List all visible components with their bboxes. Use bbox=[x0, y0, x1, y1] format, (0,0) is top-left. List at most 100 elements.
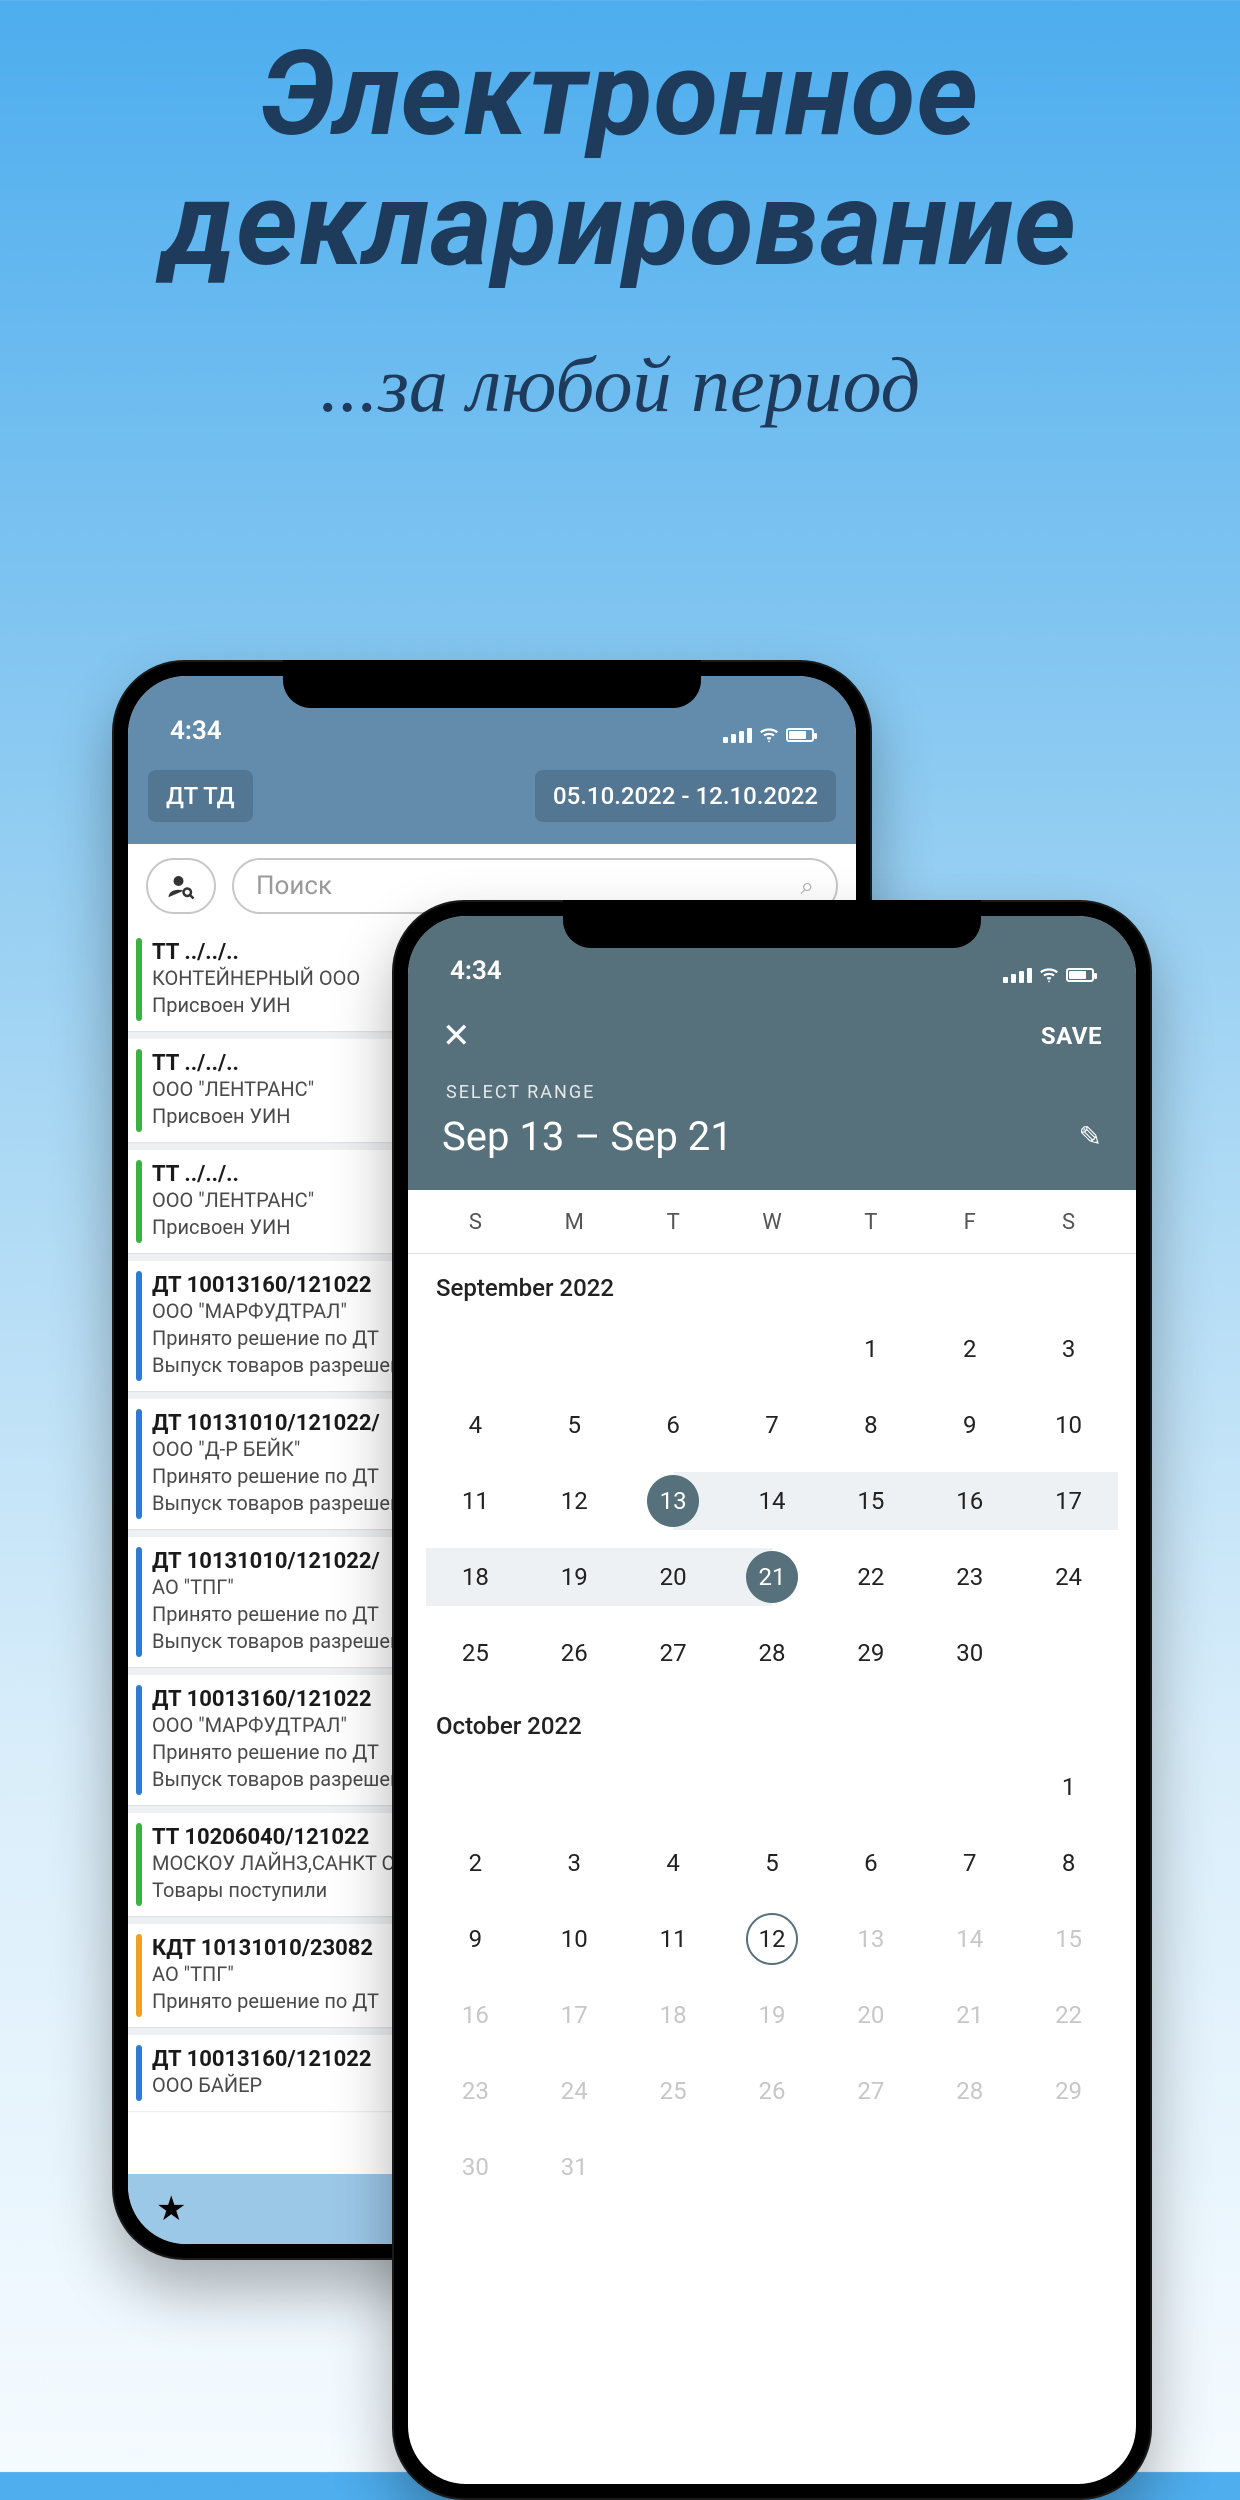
weekday-cell: T bbox=[821, 1210, 920, 1235]
month-label-sep: September 2022 bbox=[408, 1254, 1136, 1310]
calendar-day[interactable]: 8 bbox=[1019, 1834, 1118, 1892]
calendar-day[interactable]: 20 bbox=[821, 1986, 920, 2044]
calendar-day[interactable]: 18 bbox=[426, 1548, 525, 1606]
calendar-day[interactable]: 20 bbox=[624, 1548, 723, 1606]
calendar-day[interactable]: 25 bbox=[624, 2062, 723, 2120]
calendar-day[interactable]: 5 bbox=[723, 1834, 822, 1892]
battery-icon bbox=[786, 728, 814, 742]
calendar-day[interactable]: 18 bbox=[624, 1986, 723, 2044]
calendar-day[interactable]: 5 bbox=[525, 1396, 624, 1454]
calendar-day[interactable]: 17 bbox=[525, 1986, 624, 2044]
calendar-day[interactable]: 28 bbox=[723, 1624, 822, 1682]
status-time: 4:34 bbox=[450, 956, 502, 986]
selected-range: Sep 13 – Sep 21 bbox=[442, 1113, 733, 1160]
calendar-day[interactable]: 27 bbox=[624, 1624, 723, 1682]
status-stripe bbox=[136, 1547, 142, 1657]
calendar-day[interactable]: 3 bbox=[1019, 1320, 1118, 1378]
calendar-day[interactable]: 3 bbox=[525, 1834, 624, 1892]
weekday-cell: T bbox=[624, 1210, 723, 1235]
calendar-day[interactable]: 16 bbox=[920, 1472, 1019, 1530]
top-bar: ДТ ТД 05.10.2022 - 12.10.2022 bbox=[128, 756, 856, 844]
calendar-day[interactable]: 8 bbox=[821, 1396, 920, 1454]
calendar-day[interactable]: 27 bbox=[821, 2062, 920, 2120]
calendar-day[interactable]: 1 bbox=[821, 1320, 920, 1378]
calendar-day[interactable]: 19 bbox=[723, 1986, 822, 2044]
calendar-day[interactable]: 13 bbox=[821, 1910, 920, 1968]
calendar-day[interactable]: 17 bbox=[1019, 1472, 1118, 1530]
weekday-cell: S bbox=[426, 1210, 525, 1235]
calendar-day[interactable]: 15 bbox=[821, 1472, 920, 1530]
calendar-day[interactable]: 23 bbox=[920, 1548, 1019, 1606]
status-bar: 4:34 bbox=[408, 916, 1136, 996]
calendar-day[interactable]: 10 bbox=[525, 1910, 624, 1968]
status-stripe bbox=[136, 1823, 142, 1906]
calendar-day[interactable]: 26 bbox=[723, 2062, 822, 2120]
status-stripe bbox=[136, 1049, 142, 1132]
calendar-day[interactable]: 9 bbox=[920, 1396, 1019, 1454]
calendar-day[interactable]: 9 bbox=[426, 1910, 525, 1968]
calendar-day[interactable]: 29 bbox=[821, 1624, 920, 1682]
search-placeholder: Поиск bbox=[256, 871, 332, 901]
calendar-day[interactable]: 12 bbox=[525, 1472, 624, 1530]
calendar-day[interactable]: 6 bbox=[624, 1396, 723, 1454]
calendar-day[interactable]: 11 bbox=[624, 1910, 723, 1968]
calendar-day[interactable]: 23 bbox=[426, 2062, 525, 2120]
status-stripe bbox=[136, 2045, 142, 2101]
cellular-signal-icon bbox=[1003, 968, 1032, 983]
calendar-day[interactable]: 7 bbox=[723, 1396, 822, 1454]
calendar-day[interactable]: 30 bbox=[920, 1624, 1019, 1682]
calendar-day[interactable]: 4 bbox=[624, 1834, 723, 1892]
weekday-cell: W bbox=[723, 1210, 822, 1235]
search-icon: ⌕ bbox=[801, 872, 814, 900]
calendar-day[interactable]: 25 bbox=[426, 1624, 525, 1682]
select-range-label: SELECT RANGE bbox=[446, 1082, 1102, 1103]
date-range-chip[interactable]: 05.10.2022 - 12.10.2022 bbox=[535, 770, 836, 822]
save-button[interactable]: SAVE bbox=[1041, 1022, 1102, 1050]
calendar-day[interactable]: 16 bbox=[426, 1986, 525, 2044]
calendar-day[interactable]: 14 bbox=[723, 1472, 822, 1530]
calendar-day[interactable]: 29 bbox=[1019, 2062, 1118, 2120]
calendar-day[interactable]: 15 bbox=[1019, 1910, 1118, 1968]
calendar-day[interactable]: 31 bbox=[525, 2138, 624, 2196]
calendar-day[interactable]: 2 bbox=[920, 1320, 1019, 1378]
status-stripe bbox=[136, 938, 142, 1021]
calendar-day[interactable]: 28 bbox=[920, 2062, 1019, 2120]
calendar-day[interactable]: 24 bbox=[1019, 1548, 1118, 1606]
calendar-day[interactable]: 30 bbox=[426, 2138, 525, 2196]
calendar-day[interactable]: 6 bbox=[821, 1834, 920, 1892]
wifi-icon bbox=[1038, 964, 1060, 986]
calendar-day[interactable]: 4 bbox=[426, 1396, 525, 1454]
favorites-tab[interactable]: ★ bbox=[156, 2189, 186, 2229]
calendar-day[interactable]: 26 bbox=[525, 1624, 624, 1682]
status-time: 4:34 bbox=[170, 716, 222, 746]
calendar-day[interactable]: 12 bbox=[723, 1910, 822, 1968]
edit-icon[interactable]: ✎ bbox=[1079, 1120, 1102, 1153]
month-label-oct: October 2022 bbox=[408, 1692, 1136, 1748]
calendar-day[interactable]: 13 bbox=[624, 1472, 723, 1530]
weekday-header: SMTWTFS bbox=[408, 1190, 1136, 1254]
calendar-day[interactable]: 22 bbox=[1019, 1986, 1118, 2044]
calendar-day[interactable]: 11 bbox=[426, 1472, 525, 1530]
calendar-day[interactable]: 24 bbox=[525, 2062, 624, 2120]
weekday-cell: F bbox=[920, 1210, 1019, 1235]
calendar-day[interactable]: 19 bbox=[525, 1548, 624, 1606]
type-chip[interactable]: ДТ ТД bbox=[148, 770, 253, 822]
calendar-day[interactable]: 21 bbox=[920, 1986, 1019, 2044]
subheadline: ...за любой период bbox=[0, 340, 1240, 430]
status-bar: 4:34 bbox=[128, 676, 856, 756]
battery-icon bbox=[1066, 968, 1094, 982]
person-search-icon bbox=[166, 871, 196, 901]
calendar-day[interactable]: 10 bbox=[1019, 1396, 1118, 1454]
calendar-day[interactable]: 7 bbox=[920, 1834, 1019, 1892]
calendar-day[interactable]: 14 bbox=[920, 1910, 1019, 1968]
calendar-day[interactable]: 2 bbox=[426, 1834, 525, 1892]
phone-calendar-mockup: 4:34 ✕ SAVE SELECT RANGE Sep 13 – Sep 21… bbox=[392, 900, 1152, 2500]
status-stripe bbox=[136, 1409, 142, 1519]
calendar-day[interactable]: 21 bbox=[723, 1548, 822, 1606]
status-stripe bbox=[136, 1934, 142, 2017]
calendar-day[interactable]: 22 bbox=[821, 1548, 920, 1606]
filter-button[interactable] bbox=[146, 858, 216, 914]
close-button[interactable]: ✕ bbox=[442, 1016, 471, 1056]
calendar-day[interactable]: 1 bbox=[1019, 1758, 1118, 1816]
status-stripe bbox=[136, 1685, 142, 1795]
